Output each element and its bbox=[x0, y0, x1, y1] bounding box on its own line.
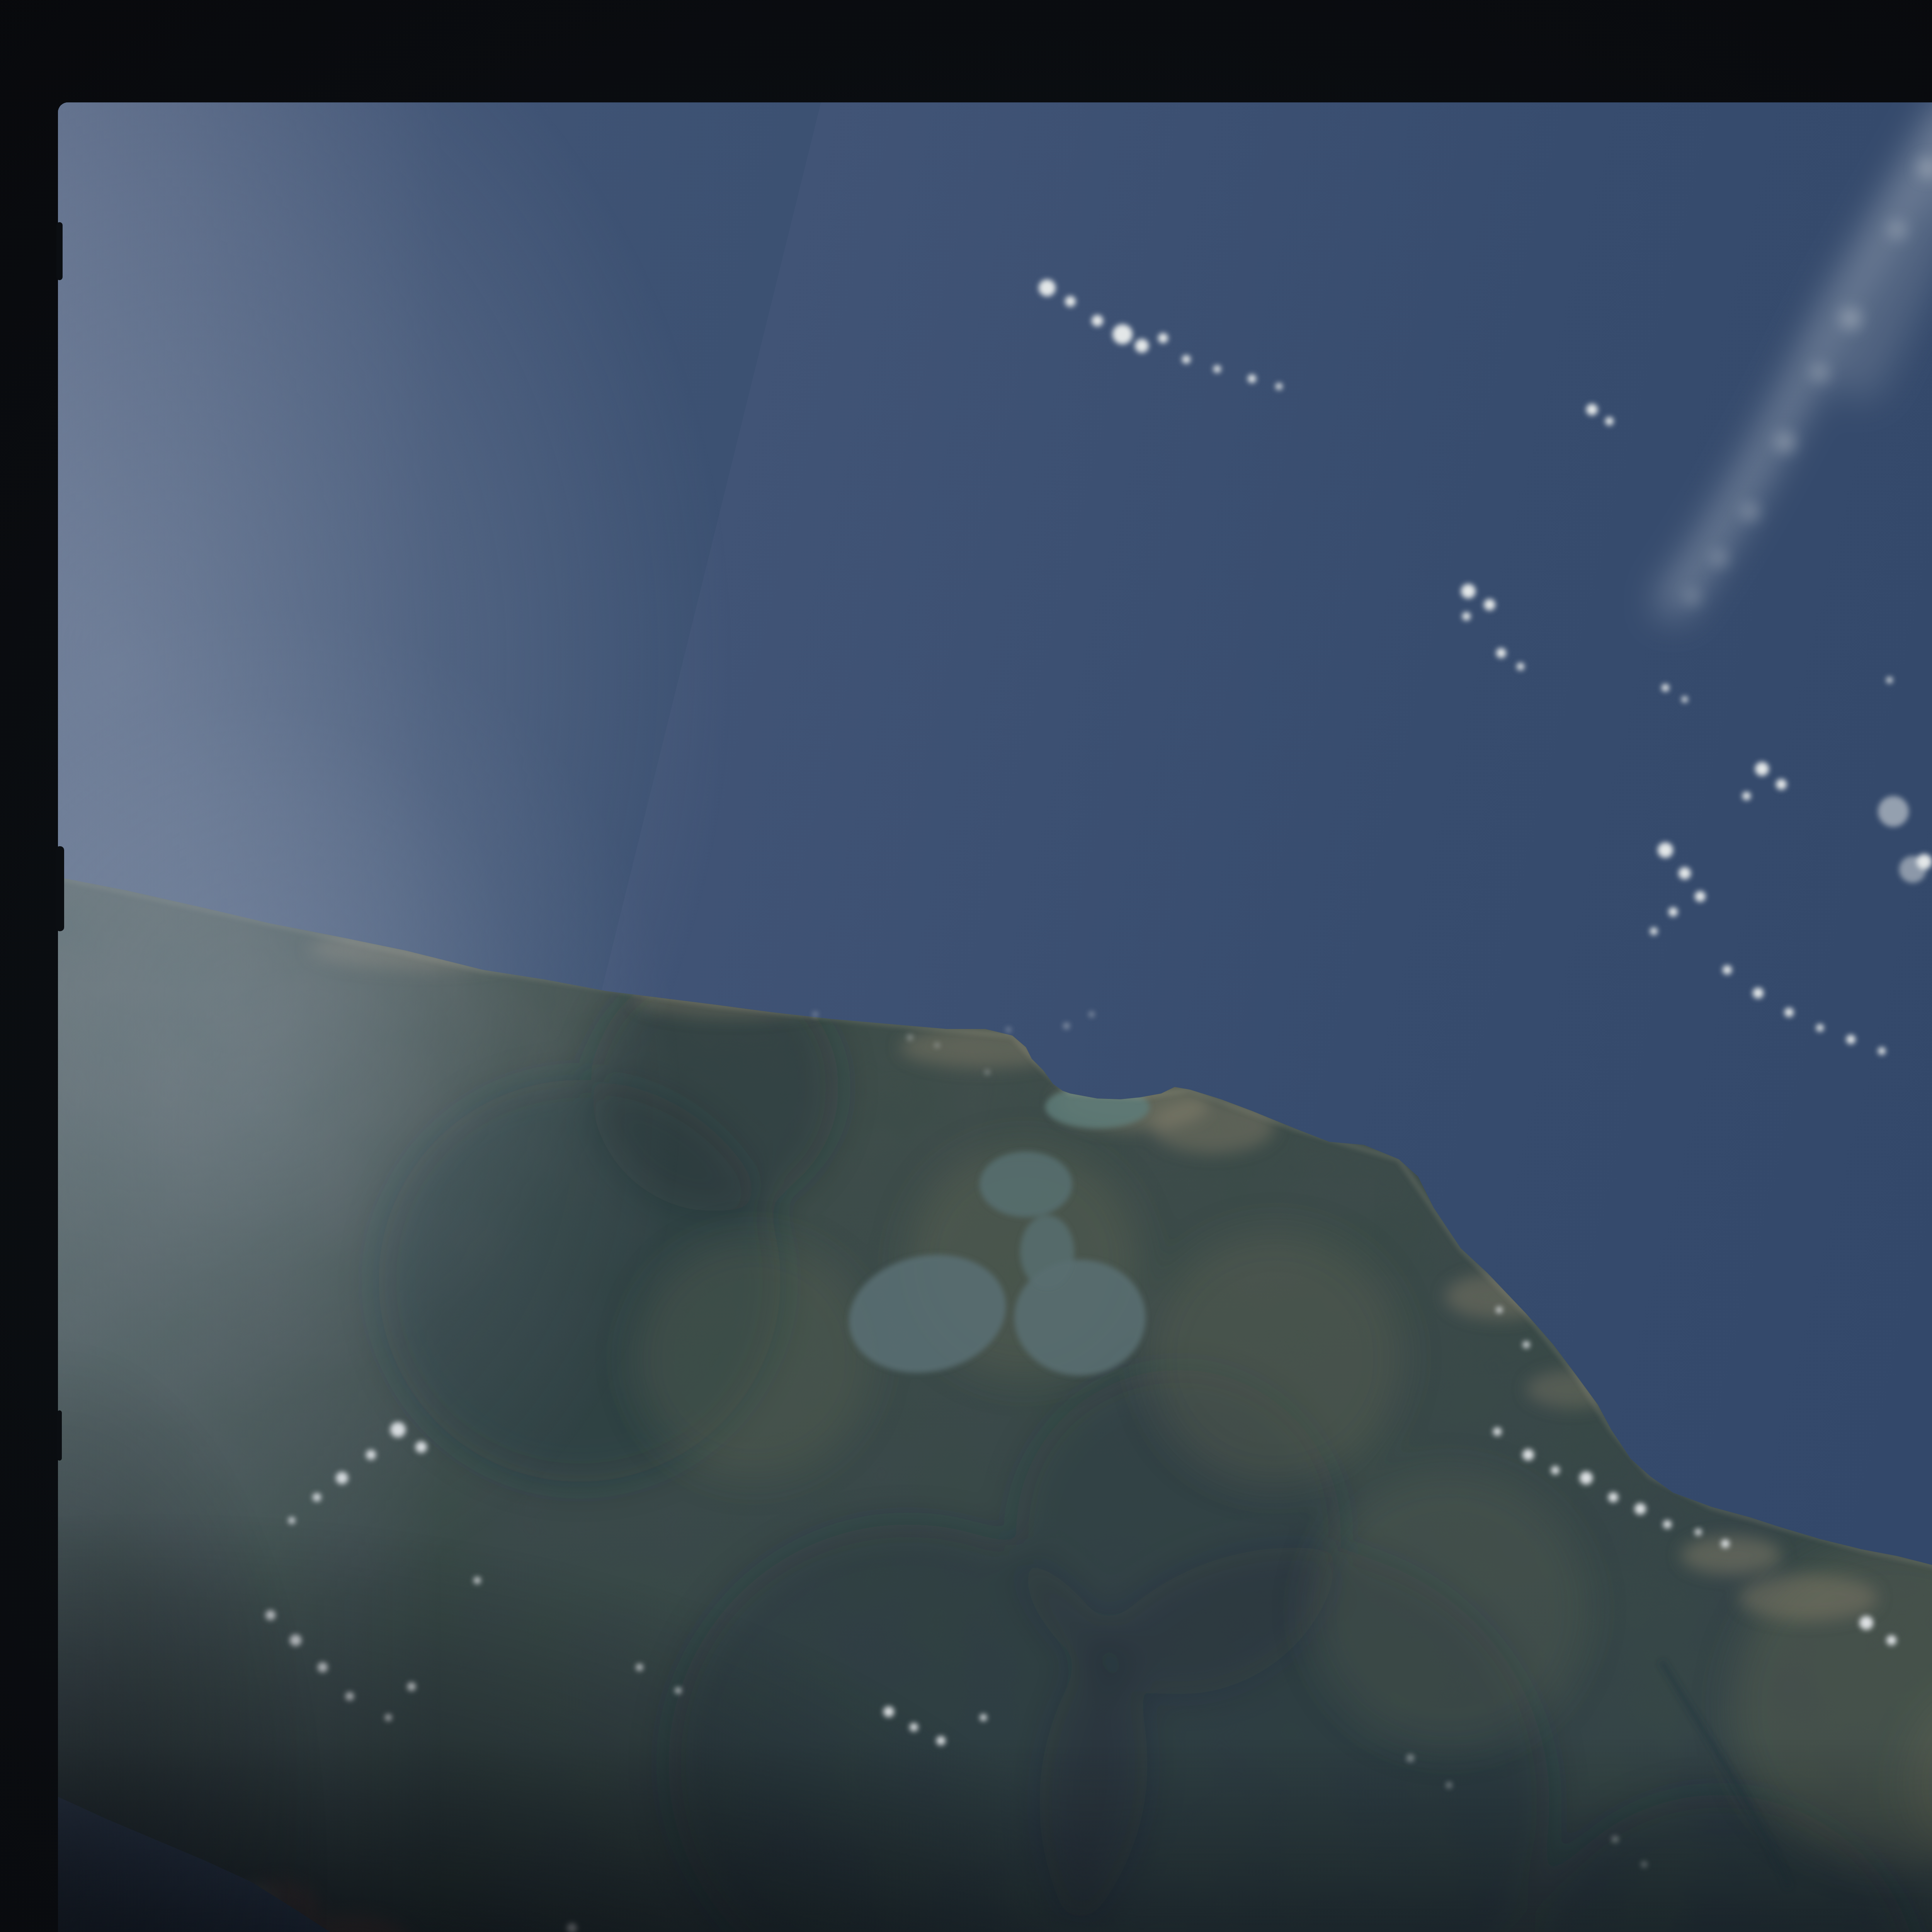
film-edge-notch bbox=[57, 1410, 62, 1461]
earth-photo-art bbox=[58, 102, 1932, 1932]
film-edge-notch bbox=[56, 846, 64, 931]
earth-photograph bbox=[58, 102, 1932, 1932]
film-edge-notch bbox=[56, 222, 63, 280]
